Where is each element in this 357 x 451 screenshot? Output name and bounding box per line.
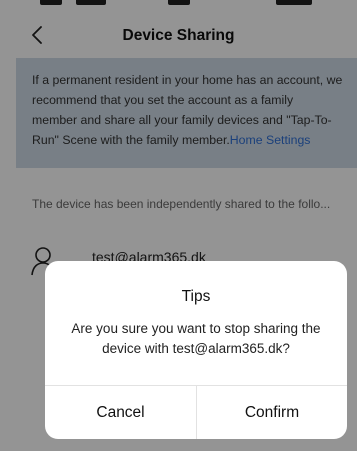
dialog-title: Tips	[181, 288, 211, 305]
device-sharing-screen: Device Sharing If a permanent resident i…	[0, 0, 357, 451]
cancel-button[interactable]: Cancel	[45, 386, 196, 439]
dialog-message-line: Are you sure you want to stop sharing th…	[71, 321, 321, 336]
dialog-message-line: device with test@alarm365.dk?	[102, 341, 290, 356]
confirm-button[interactable]: Confirm	[197, 386, 347, 439]
stop-sharing-dialog: Tips Are you sure you want to stop shari…	[45, 261, 347, 439]
dialog-message: Are you sure you want to stop sharing th…	[63, 319, 329, 359]
